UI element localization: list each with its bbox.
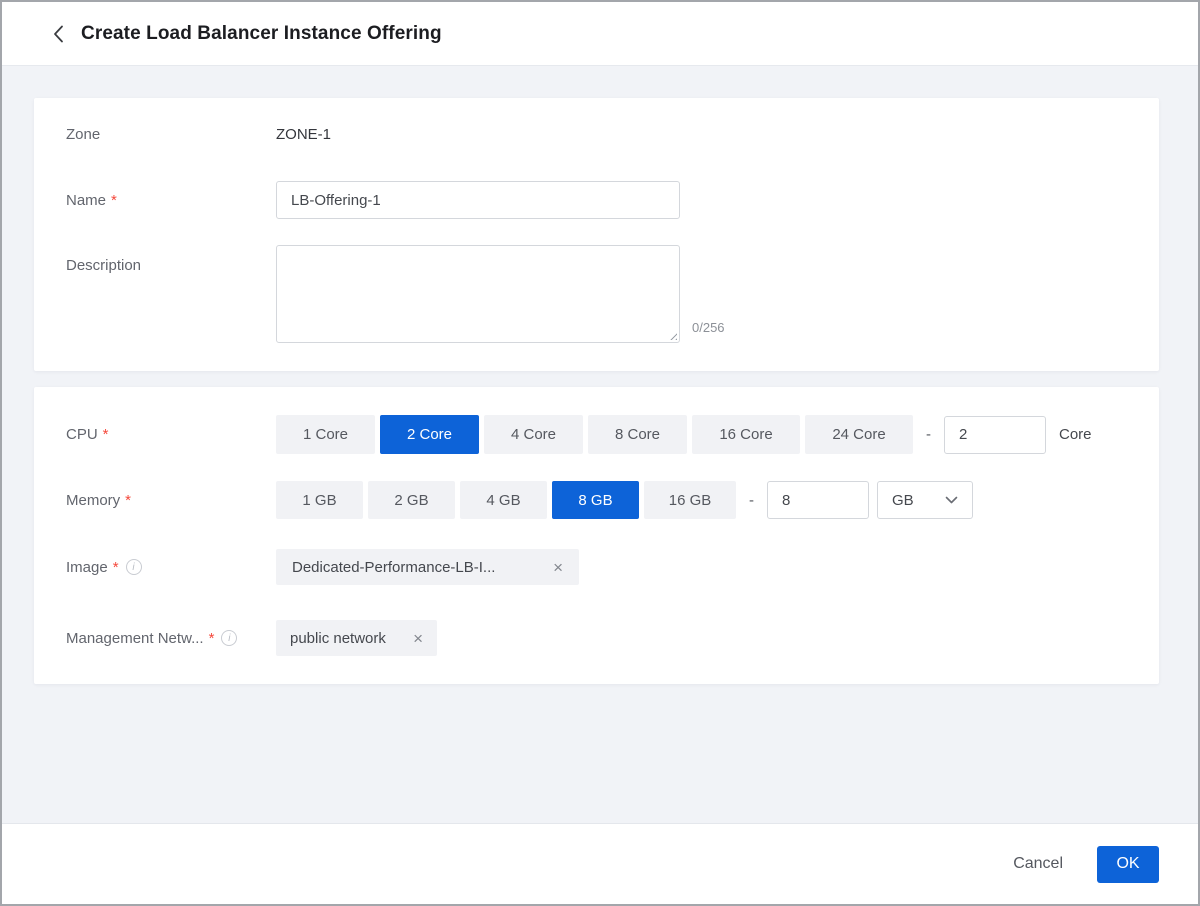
image-tag: Dedicated-Performance-LB-I... ×: [276, 549, 579, 585]
cancel-button[interactable]: Cancel: [1013, 855, 1063, 873]
required-asterisk: *: [103, 426, 109, 443]
required-asterisk: *: [113, 559, 119, 576]
image-tag-text: Dedicated-Performance-LB-I...: [292, 559, 495, 576]
memory-options: 1 GB 2 GB 4 GB 8 GB 16 GB: [276, 481, 736, 519]
cpu-option-4-core[interactable]: 4 Core: [484, 415, 583, 454]
memory-option-2gb[interactable]: 2 GB: [368, 481, 455, 519]
sizing-panel: CPU * 1 Core 2 Core 4 Core 8 Core 16 Cor…: [34, 387, 1159, 684]
cpu-row: CPU * 1 Core 2 Core 4 Core 8 Core 16 Cor…: [66, 415, 1127, 454]
footer-bar: Cancel OK: [2, 823, 1198, 904]
cpu-label: CPU *: [66, 426, 276, 443]
image-row: Image * i Dedicated-Performance-LB-I... …: [66, 549, 1127, 585]
zone-value: ZONE-1: [276, 126, 331, 143]
page-title: Create Load Balancer Instance Offering: [81, 23, 442, 45]
memory-option-8gb[interactable]: 8 GB: [552, 481, 639, 519]
memory-option-16gb[interactable]: 16 GB: [644, 481, 736, 519]
cpu-count-input[interactable]: [944, 416, 1046, 454]
memory-label: Memory *: [66, 492, 276, 509]
description-textarea[interactable]: [276, 245, 680, 343]
memory-row: Memory * 1 GB 2 GB 4 GB 8 GB 16 GB - GB: [66, 481, 1127, 519]
required-asterisk: *: [125, 492, 131, 509]
management-network-tag: public network ×: [276, 620, 437, 656]
memory-unit-value: GB: [892, 492, 914, 509]
remove-network-icon[interactable]: ×: [413, 630, 423, 647]
remove-image-icon[interactable]: ×: [553, 559, 563, 576]
required-asterisk: *: [209, 630, 215, 647]
description-field-wrap: 0/256: [276, 245, 725, 343]
memory-unit-select[interactable]: GB: [877, 481, 973, 519]
char-counter: 0/256: [692, 320, 725, 335]
page-header: Create Load Balancer Instance Offering: [2, 2, 1198, 66]
chevron-left-icon: [53, 25, 64, 43]
management-network-tag-text: public network: [290, 630, 386, 647]
cpu-option-8-core[interactable]: 8 Core: [588, 415, 687, 454]
name-label: Name *: [66, 192, 276, 209]
cpu-options: 1 Core 2 Core 4 Core 8 Core 16 Core 24 C…: [276, 415, 913, 454]
memory-size-input[interactable]: [767, 481, 869, 519]
memory-range-separator: -: [749, 492, 754, 509]
cpu-option-24-core[interactable]: 24 Core: [805, 415, 913, 454]
info-icon[interactable]: i: [221, 630, 237, 646]
cpu-option-2-core[interactable]: 2 Core: [380, 415, 479, 454]
memory-option-4gb[interactable]: 4 GB: [460, 481, 547, 519]
image-label: Image * i: [66, 559, 276, 576]
description-label: Description: [66, 245, 276, 274]
chevron-down-icon: [945, 496, 958, 504]
cpu-unit-label: Core: [1059, 426, 1092, 443]
cpu-range-separator: -: [926, 426, 931, 443]
name-row: Name *: [66, 181, 1127, 219]
cpu-option-16-core[interactable]: 16 Core: [692, 415, 800, 454]
zone-row: Zone ZONE-1: [66, 126, 1127, 143]
memory-option-1gb[interactable]: 1 GB: [276, 481, 363, 519]
cpu-option-1-core[interactable]: 1 Core: [276, 415, 375, 454]
required-asterisk: *: [111, 192, 117, 209]
basic-info-panel: Zone ZONE-1 Name * Description: [34, 98, 1159, 371]
management-network-label: Management Netw... * i: [66, 630, 276, 647]
description-row: Description 0/256: [66, 245, 1127, 343]
create-lb-offering-window: Create Load Balancer Instance Offering Z…: [0, 0, 1200, 906]
name-input[interactable]: [276, 181, 680, 219]
form-body: Zone ZONE-1 Name * Description: [2, 66, 1198, 823]
ok-button[interactable]: OK: [1097, 846, 1159, 883]
management-network-row: Management Netw... * i public network ×: [66, 620, 1127, 656]
zone-label: Zone: [66, 126, 276, 143]
info-icon[interactable]: i: [126, 559, 142, 575]
back-button[interactable]: [47, 23, 69, 45]
